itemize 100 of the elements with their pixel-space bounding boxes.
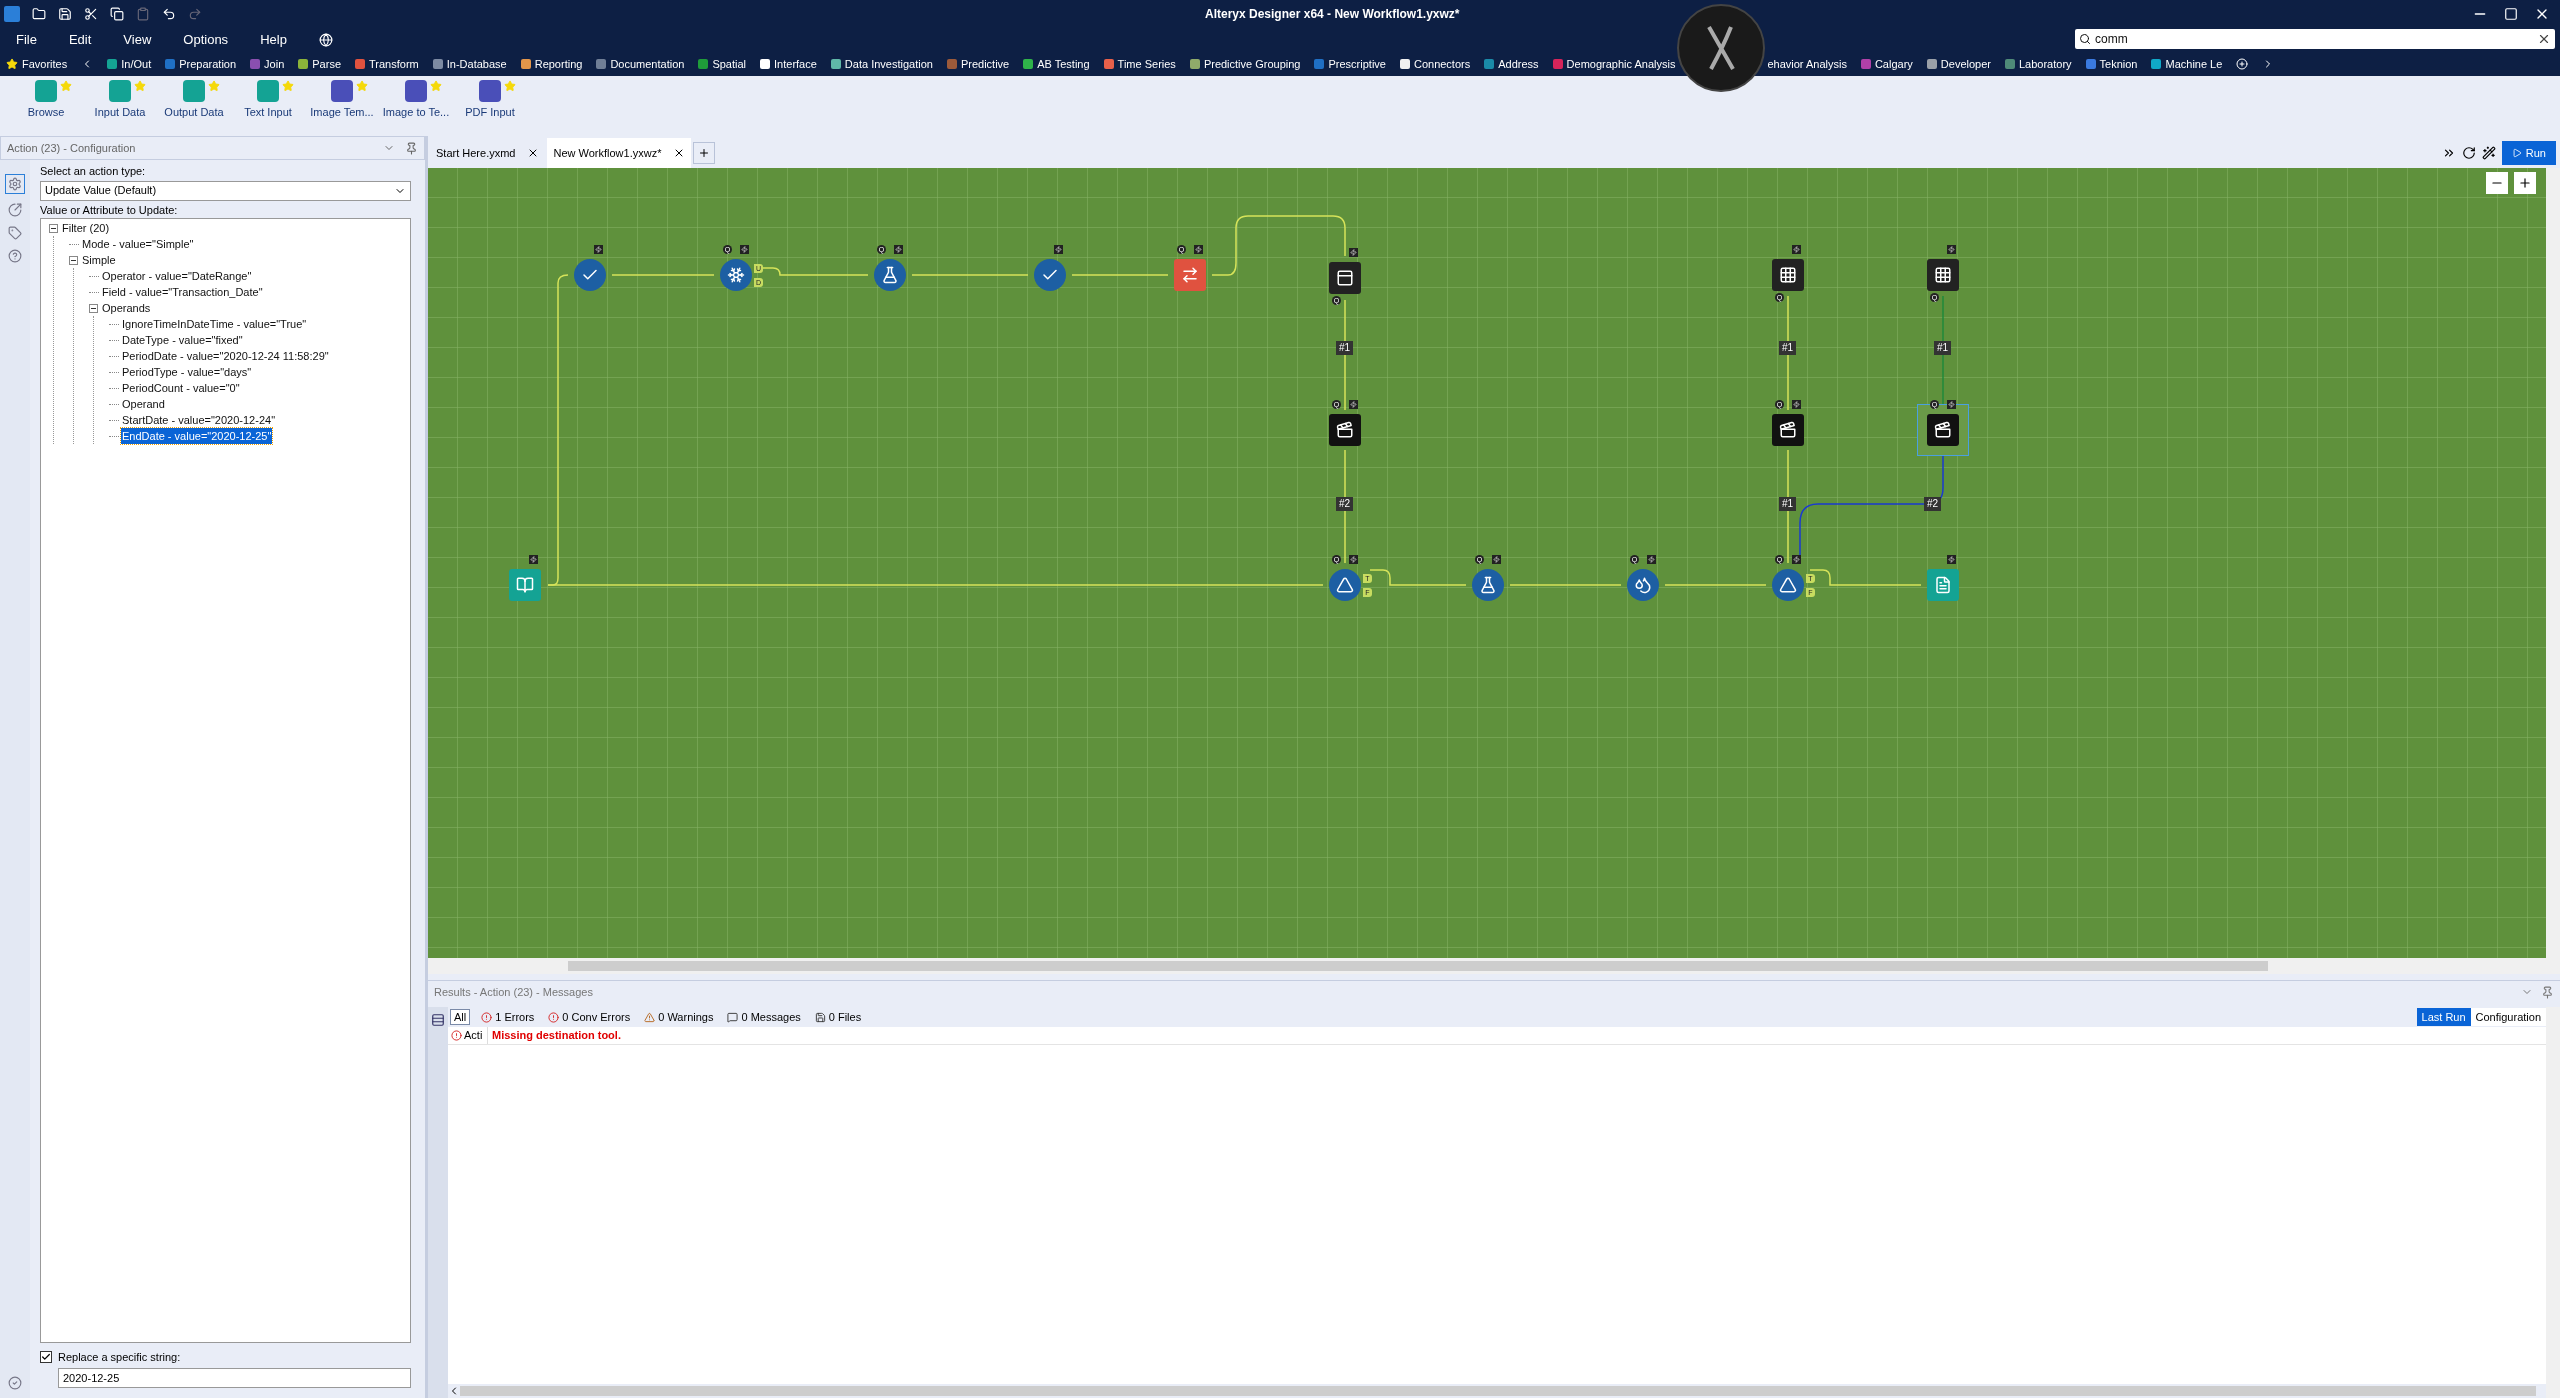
add-icon[interactable] — [2236, 58, 2249, 70]
category-tab[interactable]: Connectors — [1413, 55, 1471, 73]
run-button[interactable]: Run — [2501, 141, 2556, 165]
tree-item[interactable]: PeriodDate - value="2020-12-24 11:58:29" — [121, 347, 330, 365]
collapse-toggle[interactable] — [49, 223, 58, 233]
vertical-scrollbar[interactable] — [2546, 168, 2560, 958]
tag-icon[interactable] — [8, 226, 22, 240]
category-tab[interactable]: Calgary — [1874, 55, 1913, 73]
menu-item[interactable]: View — [123, 30, 152, 50]
category-tab[interactable]: Laboratory — [2018, 55, 2072, 73]
check-circle-icon[interactable] — [8, 1376, 22, 1390]
tree-item[interactable]: Simple — [81, 251, 117, 269]
category-tab[interactable]: Demographic Analysis — [1566, 55, 1676, 73]
save-icon[interactable] — [58, 7, 72, 21]
paste-icon[interactable] — [136, 7, 150, 21]
refresh-icon[interactable] — [2461, 146, 2476, 160]
tree-item[interactable]: PeriodType - value="days" — [121, 363, 253, 381]
tree-item[interactable]: Filter (20) — [61, 219, 111, 237]
tool-icon[interactable] — [331, 80, 353, 102]
help-icon[interactable] — [8, 249, 22, 263]
list-view-icon[interactable] — [431, 1013, 445, 1027]
collapse-toggle[interactable] — [69, 255, 78, 265]
zoom-out-button[interactable] — [2486, 172, 2508, 194]
tree-item[interactable]: StartDate - value="2020-12-24" — [121, 411, 277, 429]
favorite-star-icon[interactable] — [60, 80, 72, 92]
category-tab[interactable]: ehavior Analysis — [1767, 55, 1847, 73]
category-tab[interactable]: Favorites — [22, 55, 68, 73]
category-tab[interactable]: Interface — [774, 55, 817, 73]
cut-icon[interactable] — [84, 7, 98, 21]
vertical-scrollbar[interactable] — [2546, 1007, 2560, 1398]
category-tab[interactable]: Predictive — [960, 55, 1010, 73]
redo-icon[interactable] — [188, 7, 202, 21]
favorite-star-icon[interactable] — [356, 80, 368, 92]
category-tab[interactable]: Prescriptive — [1328, 55, 1386, 73]
category-tab[interactable]: Join — [264, 55, 285, 73]
category-tab[interactable]: Time Series — [1117, 55, 1176, 73]
settings-tab[interactable] — [5, 174, 25, 194]
view-tab[interactable]: Configuration — [2470, 1008, 2546, 1026]
restore-icon[interactable] — [2504, 7, 2518, 21]
checkbox[interactable] — [40, 1350, 52, 1363]
favorite-star-icon[interactable] — [282, 80, 294, 92]
menu-item[interactable]: Help — [260, 30, 287, 50]
tree-item[interactable]: DateType - value="fixed" — [121, 331, 244, 349]
tool-node[interactable] — [1917, 404, 1969, 456]
tool-icon[interactable] — [405, 80, 427, 102]
category-tab[interactable]: Data Investigation — [844, 55, 933, 73]
tree-item[interactable]: Operands — [101, 299, 152, 317]
tree-item[interactable]: IgnoreTimeInDateTime - value="True" — [121, 315, 308, 333]
new-tab-button[interactable] — [693, 142, 716, 164]
tree-item[interactable]: Operand — [121, 395, 166, 413]
tool-icon[interactable] — [479, 80, 501, 102]
pin-icon[interactable] — [405, 141, 418, 155]
tree-item[interactable]: PeriodCount - value="0" — [121, 379, 241, 397]
pin-icon[interactable] — [2541, 985, 2554, 999]
search-field[interactable]: comm — [2075, 29, 2555, 49]
category-tab[interactable]: Address — [1498, 55, 1539, 73]
category-tab[interactable]: Machine Le — [2165, 55, 2223, 73]
category-tab[interactable]: In-Database — [446, 55, 507, 73]
arrow-circle-icon[interactable] — [8, 203, 22, 217]
clear-icon[interactable] — [2537, 32, 2551, 46]
filter-tab[interactable]: 0 Files — [811, 1009, 865, 1025]
horizontal-scrollbar[interactable] — [448, 1384, 2546, 1398]
collapse-toggle[interactable] — [89, 303, 98, 313]
tree-item[interactable]: Mode - value="Simple" — [81, 235, 195, 253]
category-tab[interactable]: Transform — [369, 55, 419, 73]
filter-tab[interactable]: 0 Conv Errors — [545, 1009, 634, 1025]
favorite-star-icon[interactable] — [430, 80, 442, 92]
input-field[interactable]: 2020-12-25 — [58, 1368, 411, 1388]
view-tab[interactable]: Last Run — [2416, 1008, 2471, 1026]
tree-item[interactable]: Field - value="Transaction_Date" — [101, 283, 264, 301]
action-type-dropdown[interactable]: Update Value (Default) — [40, 180, 411, 201]
wand-icon[interactable] — [2481, 146, 2496, 160]
zoom-in-button[interactable] — [2514, 172, 2536, 194]
favorite-star-icon[interactable] — [134, 80, 146, 92]
filter-tab[interactable]: 0 Warnings — [641, 1009, 717, 1025]
document-tab[interactable]: New Workflow1.yxwz* — [547, 138, 692, 168]
category-tab[interactable]: Reporting — [534, 55, 583, 73]
menu-item[interactable]: Edit — [68, 30, 92, 50]
tree-item[interactable]: Operator - value="DateRange" — [101, 267, 253, 285]
category-tab[interactable]: Developer — [1940, 55, 1991, 73]
category-tab[interactable]: Spatial — [712, 55, 747, 73]
globe-icon[interactable] — [318, 33, 333, 47]
category-tab[interactable]: Documentation — [610, 55, 685, 73]
copy-icon[interactable] — [110, 7, 124, 21]
menu-item[interactable]: File — [16, 30, 37, 50]
favorite-star-icon[interactable] — [504, 80, 516, 92]
category-tab[interactable]: AB Testing — [1037, 55, 1090, 73]
filter-tab[interactable]: All — [450, 1009, 471, 1025]
filter-tab[interactable]: 0 Messages — [724, 1009, 804, 1025]
category-tab[interactable]: Preparation — [179, 55, 237, 73]
category-tab[interactable]: Predictive Grouping — [1203, 55, 1301, 73]
favorite-star-icon[interactable] — [208, 80, 220, 92]
folder-icon[interactable] — [32, 7, 46, 21]
menu-item[interactable]: Options — [183, 30, 229, 50]
category-tab[interactable]: Teknion — [2099, 55, 2138, 73]
tree-item[interactable]: EndDate - value="2020-12-25" — [121, 427, 273, 445]
horizontal-scrollbar[interactable] — [428, 958, 2560, 974]
category-tab[interactable]: Parse — [312, 55, 342, 73]
filter-tab[interactable]: 1 Errors — [478, 1009, 538, 1025]
category-tab[interactable]: In/Out — [121, 55, 152, 73]
